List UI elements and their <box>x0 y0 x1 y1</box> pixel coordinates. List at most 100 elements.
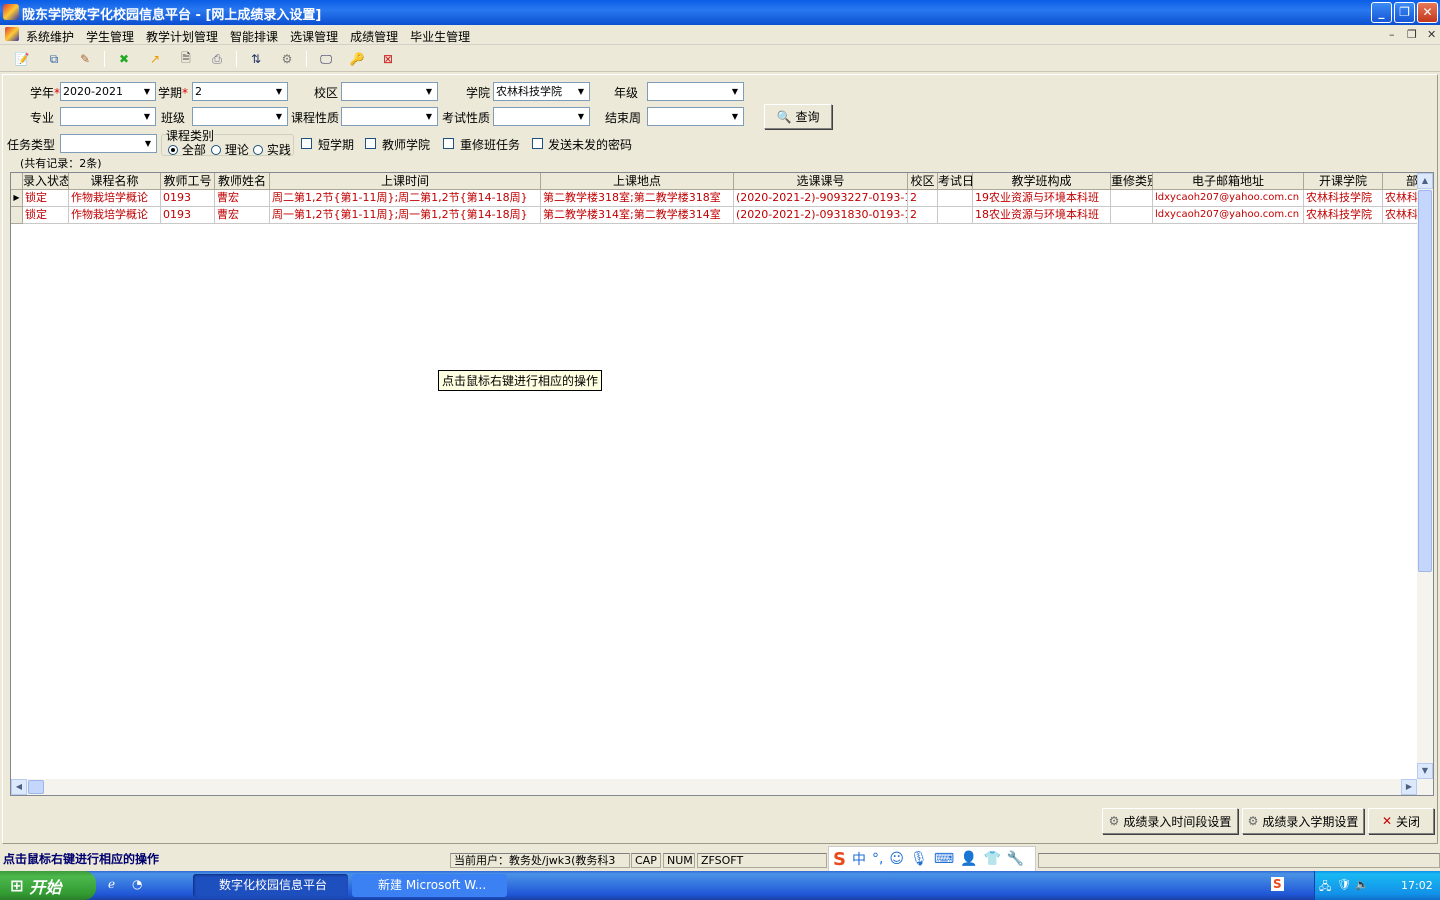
table-cell[interactable]: 农林科技学院 <box>1304 207 1383 224</box>
start-button[interactable]: ⊞ 开始 <box>0 871 96 900</box>
key-icon[interactable]: 🔑 <box>348 50 366 68</box>
class-select[interactable]: ▼ <box>192 107 288 126</box>
vertical-scroll-thumb[interactable] <box>1418 190 1432 572</box>
table-cell[interactable]: 曹宏 <box>215 207 270 224</box>
col-header-retake-type[interactable]: 重修类别 <box>1111 173 1153 190</box>
close-button[interactable]: ✕ 关闭 <box>1368 808 1434 834</box>
col-header-course[interactable]: 课程名称 <box>69 173 161 190</box>
radio-all[interactable]: 全部 <box>168 141 206 158</box>
copy-icon[interactable]: ⧉ <box>45 50 63 68</box>
ime-toolbar[interactable]: S 中 °, ☺ 🎙 ⌨ 👤 👕 🔧 <box>828 846 1036 872</box>
table-cell[interactable]: 农林科技学院 <box>1304 190 1383 207</box>
emoji-icon[interactable]: ☺ <box>889 851 904 867</box>
task-type-select[interactable]: ▼ <box>60 134 157 153</box>
col-header-email[interactable]: 电子邮箱地址 <box>1153 173 1304 190</box>
skin-icon[interactable]: 👕 <box>983 851 1000 867</box>
minimize-icon[interactable]: _ <box>1371 2 1392 23</box>
print-preview-icon[interactable]: ⎙ <box>208 50 226 68</box>
course-nature-select[interactable]: ▼ <box>341 107 438 126</box>
col-header-exam-date[interactable]: 考试日期 <box>938 173 973 190</box>
task-app[interactable]: 数字化校园信息平台 <box>193 874 348 897</box>
short-term-checkbox[interactable] <box>301 138 312 149</box>
export-icon[interactable]: ↗ <box>146 50 164 68</box>
clock[interactable]: 17:02 <box>1401 879 1433 892</box>
security-icon[interactable]: 🛡 <box>1337 878 1351 891</box>
end-week-select[interactable]: ▼ <box>647 107 744 126</box>
table-cell[interactable]: 2 <box>908 207 938 224</box>
teacher-college-checkbox[interactable] <box>365 138 376 149</box>
wrench-icon[interactable]: 🔧 <box>1007 851 1024 867</box>
table-cell[interactable]: 2 <box>908 190 938 207</box>
col-header-teacher-id[interactable]: 教师工号 <box>161 173 215 190</box>
col-header-class-composition[interactable]: 教学班构成 <box>973 173 1111 190</box>
mdi-restore-icon[interactable]: ❐ <box>1407 28 1417 41</box>
filter-icon[interactable]: ⇅ <box>247 50 265 68</box>
col-header-course-code[interactable]: 选课课号 <box>734 173 908 190</box>
table-cell[interactable]: 0193 <box>161 207 215 224</box>
menu-student[interactable]: 学生管理 <box>86 28 134 45</box>
menu-plan[interactable]: 教学计划管理 <box>146 28 218 45</box>
college-select[interactable]: 农林科技学院 ▼ <box>493 82 590 101</box>
table-cell[interactable]: 0193 <box>161 190 215 207</box>
table-cell[interactable]: ldxycaoh207@yahoo.com.cn <box>1153 190 1304 207</box>
task-word[interactable]: 新建 Microsoft W... <box>352 874 507 897</box>
table-cell[interactable]: 第二教学楼314室;第二教学楼314室 <box>541 207 734 224</box>
table-cell[interactable]: 农林科 <box>1383 190 1419 207</box>
table-cell[interactable]: ldxycaoh207@yahoo.com.cn <box>1153 207 1304 224</box>
time-setting-button[interactable]: ⚙ 成绩录入时间段设置 <box>1102 808 1238 834</box>
table-cell[interactable] <box>938 190 973 207</box>
close-icon[interactable]: ✕ <box>1417 2 1438 23</box>
restore-icon[interactable]: ❐ <box>1394 2 1415 23</box>
col-header-college[interactable]: 开课学院 <box>1304 173 1383 190</box>
mdi-minimize-icon[interactable]: – <box>1389 28 1395 41</box>
row-selector[interactable] <box>11 207 23 224</box>
menu-app-icon[interactable] <box>5 27 19 41</box>
col-header-campus[interactable]: 校区 <box>908 173 938 190</box>
table-cell[interactable]: 周一第1,2节{第1-11周};周一第1,2节{第14-18周} <box>270 207 541 224</box>
send-password-checkbox[interactable] <box>532 138 543 149</box>
keyboard-icon[interactable]: ⌨ <box>934 851 954 867</box>
settings-icon[interactable]: ⚙ <box>278 50 296 68</box>
col-header-status[interactable]: 录入状态 <box>23 173 69 190</box>
table-cell[interactable]: (2020-2021-2)-9093227-0193-1 <box>734 190 908 207</box>
menu-graduate[interactable]: 毕业生管理 <box>410 28 470 45</box>
table-cell[interactable]: 19农业资源与环境本科班 <box>973 190 1111 207</box>
table-cell[interactable]: 锁定 <box>23 207 69 224</box>
table-cell[interactable]: 作物栽培学概论 <box>69 190 161 207</box>
sogou-tray-icon[interactable]: S <box>1271 877 1284 891</box>
col-header-dept[interactable]: 部 <box>1383 173 1419 190</box>
vertical-scrollbar[interactable]: ▲ ▼ <box>1417 173 1433 779</box>
scroll-up-icon[interactable]: ▲ <box>1417 173 1433 189</box>
ie-icon[interactable]: ℯ <box>108 877 115 891</box>
scroll-right-icon[interactable]: ▶ <box>1401 779 1417 795</box>
table-cell[interactable]: 18农业资源与环境本科班 <box>973 207 1111 224</box>
sogou-logo-icon[interactable]: S <box>833 849 846 870</box>
radio-theory[interactable]: 理论 <box>211 141 249 158</box>
punctuation-icon[interactable]: °, <box>872 851 883 867</box>
horizontal-scrollbar[interactable]: ◀ ▶ <box>11 779 1433 795</box>
table-cell[interactable]: 曹宏 <box>215 190 270 207</box>
table-cell[interactable]: (2020-2021-2)-0931830-0193-1 <box>734 207 908 224</box>
pencil-icon[interactable]: ✎ <box>76 50 94 68</box>
table-cell[interactable]: 农林科 <box>1383 207 1419 224</box>
table-cell[interactable]: 第二教学楼318室;第二教学楼318室 <box>541 190 734 207</box>
table-cell[interactable] <box>938 207 973 224</box>
menu-grades[interactable]: 成绩管理 <box>350 28 398 45</box>
horizontal-scroll-thumb[interactable] <box>28 780 44 794</box>
table-cell[interactable] <box>1111 190 1153 207</box>
menu-course-select[interactable]: 选课管理 <box>290 28 338 45</box>
campus-select[interactable]: ▼ <box>341 82 438 101</box>
radio-practice[interactable]: 实践 <box>253 141 291 158</box>
user-icon[interactable]: 👤 <box>960 851 977 867</box>
excel-icon[interactable]: ✖ <box>115 50 133 68</box>
scroll-down-icon[interactable]: ▼ <box>1417 763 1433 779</box>
table-cell[interactable]: 作物栽培学概论 <box>69 207 161 224</box>
table-cell[interactable] <box>1111 207 1153 224</box>
data-grid[interactable]: 录入状态 课程名称 教师工号 教师姓名 上课时间 上课地点 选课课号 校区 考试… <box>10 172 1434 796</box>
menu-schedule[interactable]: 智能排课 <box>230 28 278 45</box>
major-select[interactable]: ▼ <box>60 107 156 126</box>
col-header-teacher-name[interactable]: 教师姓名 <box>215 173 270 190</box>
microphone-icon[interactable]: 🎙 <box>910 851 928 867</box>
retake-checkbox[interactable] <box>443 138 454 149</box>
mdi-close-icon[interactable]: ✕ <box>1427 28 1436 41</box>
